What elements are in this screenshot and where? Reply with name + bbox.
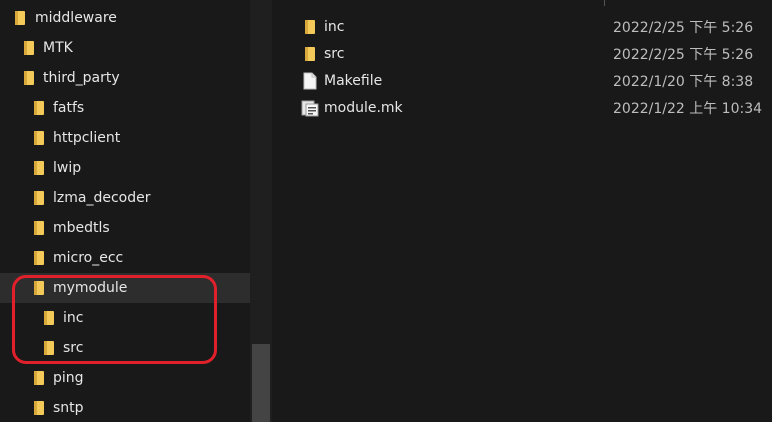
file-list-pane: inc 2022/2/25 下午 5:26 src 2022/2/25 下午 5…	[272, 0, 772, 422]
folder-icon	[33, 190, 45, 206]
nav-item-label: mbedtls	[53, 220, 110, 236]
nav-item-inc[interactable]: inc	[0, 303, 250, 333]
nav-item-label: lwip	[53, 160, 82, 176]
folder-icon	[33, 370, 45, 386]
folder-icon	[33, 130, 45, 146]
folder-icon	[43, 340, 55, 356]
nav-item-micro-ecc[interactable]: micro_ecc	[0, 243, 250, 273]
folder-icon	[33, 160, 45, 176]
file-name: src	[324, 45, 345, 62]
folder-icon	[33, 250, 45, 266]
file-row-src[interactable]: src 2022/2/25 下午 5:26	[272, 40, 772, 67]
nav-item-label: third_party	[43, 70, 120, 86]
folder-icon	[33, 280, 45, 296]
nav-item-mymodule[interactable]: mymodule	[0, 273, 250, 303]
nav-item-label: fatfs	[53, 100, 85, 116]
nav-item-label: sntp	[53, 400, 84, 416]
nav-item-sntp[interactable]: sntp	[0, 393, 250, 422]
document-icon	[300, 71, 320, 91]
nav-item-label: middleware	[35, 10, 117, 26]
file-name: inc	[324, 18, 345, 35]
makefile-icon	[300, 98, 320, 118]
file-row-inc[interactable]: inc 2022/2/25 下午 5:26	[272, 13, 772, 40]
file-row-makefile[interactable]: Makefile 2022/1/20 下午 8:38	[272, 67, 772, 94]
nav-item-label: MTK	[43, 40, 73, 56]
file-name: Makefile	[324, 72, 383, 89]
nav-item-src[interactable]: src	[0, 333, 250, 363]
nav-item-label: src	[63, 340, 84, 356]
nav-item-mbedtls[interactable]: mbedtls	[0, 213, 250, 243]
folder-icon	[23, 70, 35, 86]
nav-item-label: lzma_decoder	[53, 190, 151, 206]
folder-icon	[300, 44, 320, 64]
file-date: 2022/1/20 下午 8:38	[613, 73, 754, 90]
file-date: 2022/2/25 下午 5:26	[613, 19, 754, 36]
file-date: 2022/1/22 上午 10:34	[613, 100, 763, 117]
nav-scrollbar[interactable]	[250, 0, 272, 422]
nav-item-label: inc	[63, 310, 84, 326]
nav-item-httpclient[interactable]: httpclient	[0, 123, 250, 153]
folder-icon	[23, 40, 35, 56]
nav-item-mtk[interactable]: MTK	[0, 33, 250, 63]
folder-icon	[33, 400, 45, 416]
folder-icon	[43, 310, 55, 326]
nav-item-lzma-decoder[interactable]: lzma_decoder	[0, 183, 250, 213]
folder-icon	[33, 100, 45, 116]
nav-item-label: httpclient	[53, 130, 121, 146]
nav-item-middleware[interactable]: middleware	[0, 3, 250, 33]
nav-item-fatfs[interactable]: fatfs	[0, 93, 250, 123]
nav-item-label: ping	[53, 370, 84, 386]
folder-icon	[14, 10, 26, 26]
file-name: module.mk	[324, 99, 403, 116]
folder-icon	[300, 17, 320, 37]
file-date: 2022/2/25 下午 5:26	[613, 46, 754, 63]
file-explorer-window: middleware MTK third_party fatfs httpcli	[0, 0, 772, 422]
file-row-module-mk[interactable]: module.mk 2022/1/22 上午 10:34	[272, 94, 772, 121]
nav-item-ping[interactable]: ping	[0, 363, 250, 393]
column-divider[interactable]	[604, 0, 605, 6]
folder-icon	[33, 220, 45, 236]
navigation-pane: middleware MTK third_party fatfs httpcli	[0, 0, 250, 422]
nav-item-label: mymodule	[53, 280, 128, 296]
nav-item-lwip[interactable]: lwip	[0, 153, 250, 183]
nav-item-label: micro_ecc	[53, 250, 124, 266]
scrollbar-thumb[interactable]	[252, 344, 270, 422]
nav-item-third-party[interactable]: third_party	[0, 63, 250, 93]
